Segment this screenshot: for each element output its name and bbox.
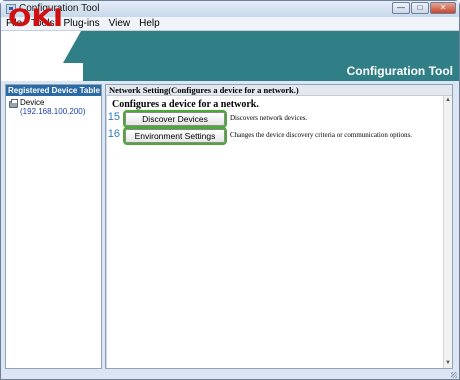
registered-device-header: Registered Device Table <box>6 85 101 96</box>
device-name: Device <box>20 98 45 107</box>
environment-settings-button[interactable]: Environment Settings <box>123 127 227 145</box>
vertical-scrollbar[interactable]: ▲ ▼ <box>443 96 452 368</box>
printer-icon <box>9 99 18 108</box>
section-heading: Configures a device for a network. <box>112 99 259 110</box>
scroll-down-arrow[interactable]: ▼ <box>444 359 452 368</box>
status-bar <box>1 371 459 379</box>
oki-logo: OKI <box>8 4 64 32</box>
callout-16: 16 <box>107 128 120 140</box>
environment-settings-description: Changes the device discovery criteria or… <box>230 131 412 139</box>
banner-accent <box>63 31 459 63</box>
minimize-button[interactable]: — <box>392 2 410 14</box>
window-controls: — □ ✕ <box>392 2 456 14</box>
device-tree-item[interactable]: Device (192.168.100.200) <box>6 96 101 116</box>
network-setting-header: Network Setting(Configures a device for … <box>106 85 452 96</box>
content-area: Configures a device for a network. Disco… <box>106 96 444 368</box>
device-ip: (192.168.100.200) <box>20 107 86 116</box>
menu-help[interactable]: Help <box>134 18 164 29</box>
app-title: Configuration Tool <box>346 64 453 78</box>
discover-devices-description: Discovers network devices. <box>230 114 308 122</box>
network-setting-panel: Network Setting(Configures a device for … <box>105 84 453 369</box>
registered-device-panel: Registered Device Table Device (192.168.… <box>5 84 102 369</box>
menu-bar: File Tools Plug-ins View Help <box>1 17 459 31</box>
environment-settings-row: Environment Settings 16 Changes the devi… <box>107 127 445 145</box>
resize-grip-icon[interactable] <box>451 372 457 378</box>
app-window: Configuration Tool — □ ✕ File Tools Plug… <box>0 0 460 380</box>
maximize-button[interactable]: □ <box>411 2 429 14</box>
title-bar[interactable]: Configuration Tool — □ ✕ <box>1 1 459 17</box>
discover-devices-button[interactable]: Discover Devices <box>123 110 227 128</box>
close-button[interactable]: ✕ <box>430 2 456 14</box>
menu-plugins[interactable]: Plug-ins <box>58 18 103 29</box>
scroll-up-arrow[interactable]: ▲ <box>444 96 452 105</box>
discover-devices-row: Discover Devices 15 Discovers network de… <box>107 110 445 128</box>
callout-15: 15 <box>107 111 120 123</box>
menu-view[interactable]: View <box>104 18 135 29</box>
